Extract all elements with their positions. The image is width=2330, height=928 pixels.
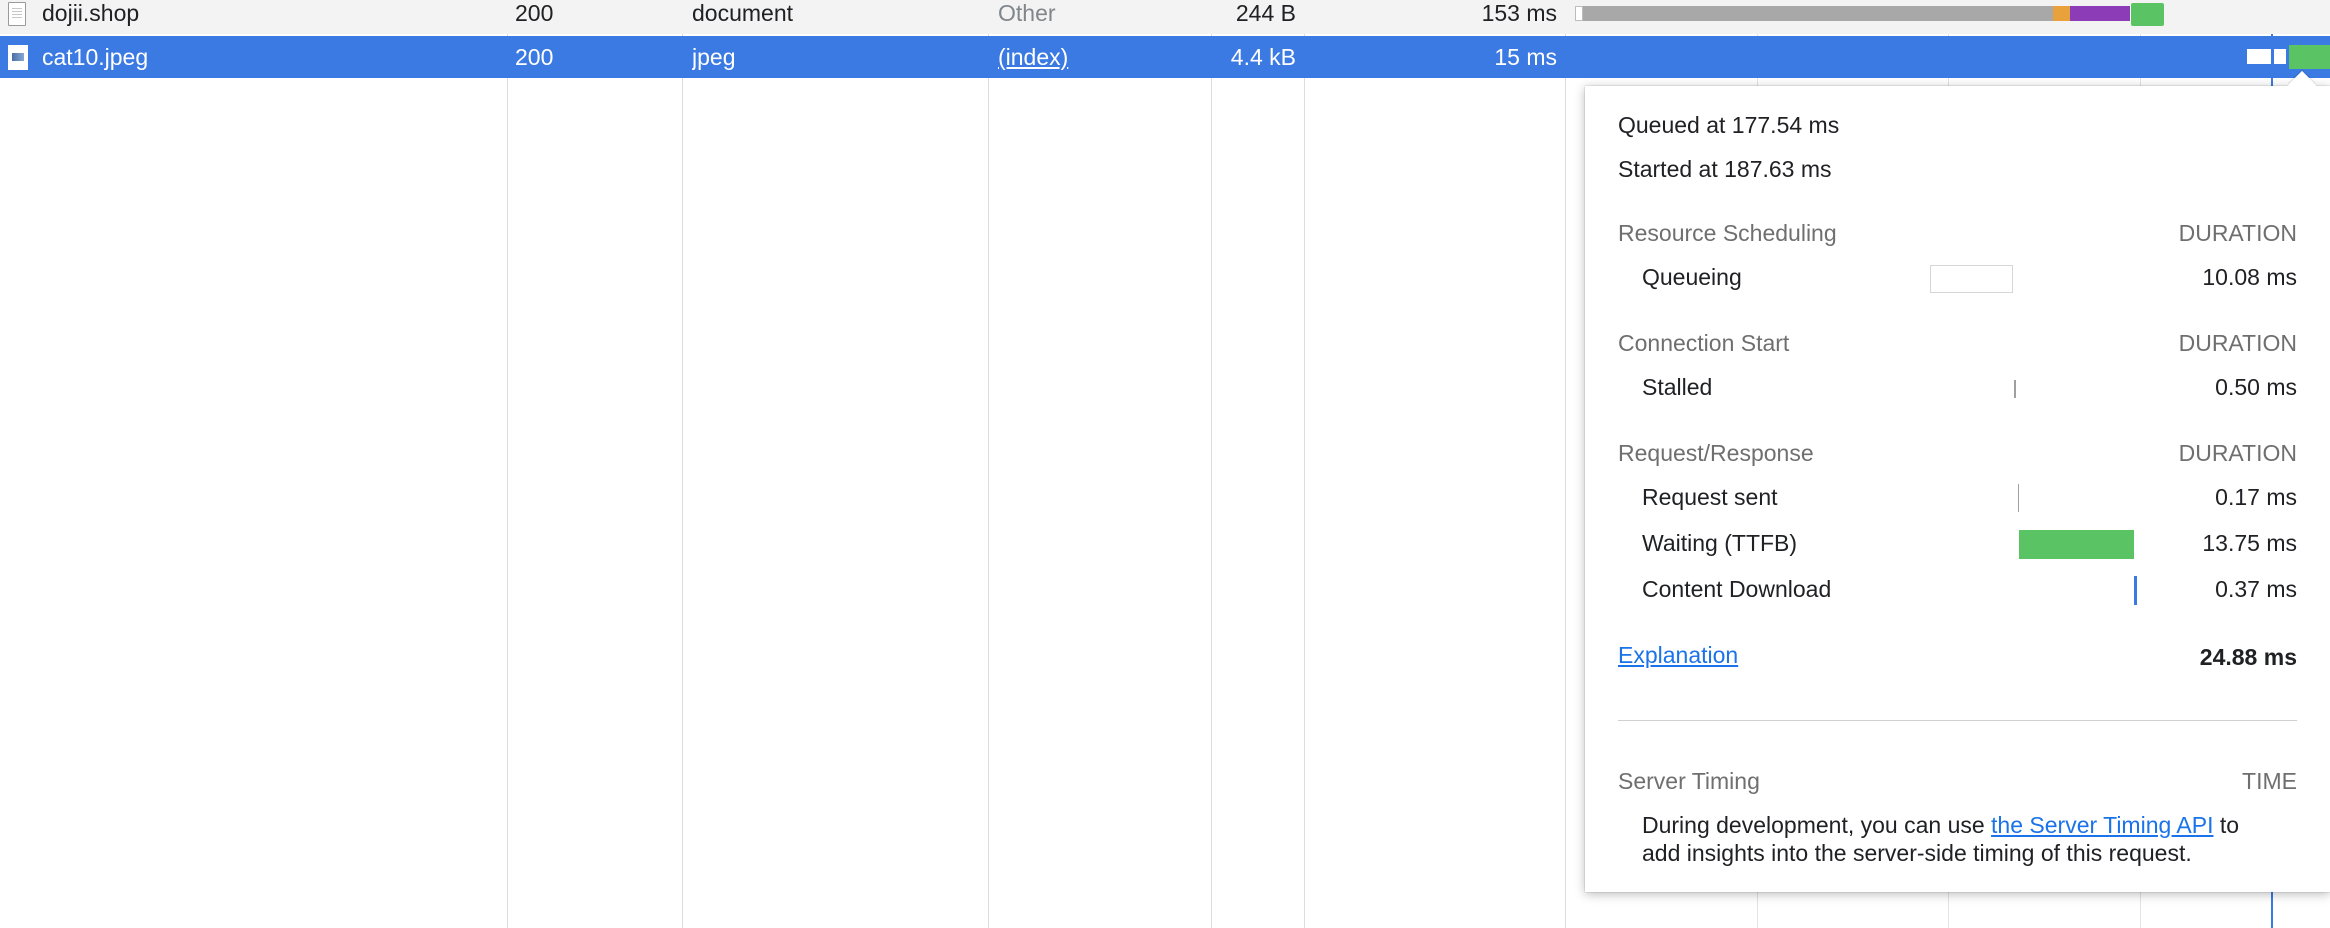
- waterfall-ssl-segment: [2053, 6, 2070, 21]
- time-cell: 15 ms: [1494, 43, 1557, 70]
- server-timing-api-link[interactable]: the Server Timing API: [1991, 812, 2213, 838]
- timing-popover: Queued at 177.54 ms Started at 187.63 ms…: [1585, 70, 2330, 892]
- name-cell[interactable]: dojii.shop: [0, 0, 506, 34]
- queueing-bar: [1930, 265, 2013, 293]
- waterfall-queue-segment: [1575, 6, 1583, 21]
- request-sent-bar: [2018, 484, 2019, 512]
- time-header: TIME: [2242, 768, 2297, 794]
- total-duration: 24.88 ms: [2199, 644, 2297, 670]
- request-sent-value: 0.17 ms: [2215, 484, 2297, 510]
- waiting-ttfb-bar: [2019, 530, 2134, 559]
- duration-header: DURATION: [2178, 330, 2297, 356]
- stalled-value: 0.50 ms: [2215, 374, 2297, 400]
- status-cell: 200: [515, 43, 554, 70]
- column-divider[interactable]: [1211, 0, 1212, 928]
- status-cell: 200: [515, 0, 554, 26]
- content-download-value: 0.37 ms: [2215, 576, 2297, 602]
- server-timing-text-line1: During development, you can use the Serv…: [1642, 812, 2239, 839]
- request-row[interactable]: dojii.shop 200 document Other 244 B 153 …: [0, 0, 2330, 34]
- section-title-request-response: Request/Response: [1618, 440, 1814, 466]
- column-divider[interactable]: [1565, 0, 1566, 928]
- waterfall-queue-segment: [2247, 49, 2271, 64]
- waterfall-waiting-segment: [2289, 45, 2330, 69]
- started-at-text: Started at 187.63 ms: [1618, 156, 1832, 182]
- network-panel: dojii.shop 200 document Other 244 B 153 …: [0, 0, 2330, 928]
- waterfall-stalled-segment: [1583, 6, 2053, 21]
- request-sent-label: Request sent: [1642, 484, 1778, 510]
- popover-divider: [1618, 720, 2297, 721]
- column-divider[interactable]: [1304, 0, 1305, 928]
- server-timing-text-end: to: [2213, 812, 2240, 838]
- name-cell[interactable]: cat10.jpeg: [0, 36, 506, 78]
- section-title-connection-start: Connection Start: [1618, 330, 1790, 356]
- size-cell: 4.4 kB: [1230, 43, 1296, 70]
- initiator-link[interactable]: (index): [998, 36, 1208, 78]
- request-name: dojii.shop: [42, 0, 140, 26]
- waiting-ttfb-value: 13.75 ms: [2202, 530, 2297, 556]
- column-divider[interactable]: [682, 0, 683, 928]
- size-cell: 244 B: [1235, 0, 1296, 26]
- explanation-link[interactable]: Explanation: [1618, 642, 1738, 669]
- queueing-value: 10.08 ms: [2202, 264, 2297, 290]
- section-title-resource-scheduling: Resource Scheduling: [1618, 220, 1837, 246]
- duration-header: DURATION: [2178, 220, 2297, 246]
- stalled-bar: [2014, 380, 2016, 398]
- waterfall-stalled-segment: [2274, 49, 2286, 64]
- request-name: cat10.jpeg: [42, 43, 149, 70]
- initiator-cell: Other: [998, 0, 1056, 26]
- column-divider[interactable]: [988, 0, 989, 928]
- server-timing-text: During development, you can use: [1642, 812, 1992, 838]
- content-download-label: Content Download: [1642, 576, 1832, 602]
- queueing-label: Queueing: [1642, 264, 1742, 290]
- column-divider[interactable]: [507, 0, 508, 928]
- time-cell: 153 ms: [1481, 0, 1557, 26]
- type-cell: jpeg: [692, 43, 736, 70]
- waiting-ttfb-label: Waiting (TTFB): [1642, 530, 1798, 556]
- section-title-server-timing: Server Timing: [1618, 768, 1760, 794]
- queued-at-text: Queued at 177.54 ms: [1618, 112, 1840, 138]
- image-file-icon: [8, 44, 28, 70]
- document-file-icon: [8, 1, 26, 26]
- duration-header: DURATION: [2178, 440, 2297, 466]
- waterfall-connect-segment: [2070, 6, 2130, 21]
- server-timing-text-line2: add insights into the server-side timing…: [1642, 840, 2192, 866]
- stalled-label: Stalled: [1642, 374, 1713, 400]
- request-row-selected[interactable]: cat10.jpeg 200 jpeg (index) 4.4 kB 15 ms: [0, 36, 2330, 78]
- type-cell: document: [692, 0, 794, 26]
- content-download-bar: [2134, 576, 2137, 605]
- waterfall-waiting-segment: [2131, 3, 2164, 26]
